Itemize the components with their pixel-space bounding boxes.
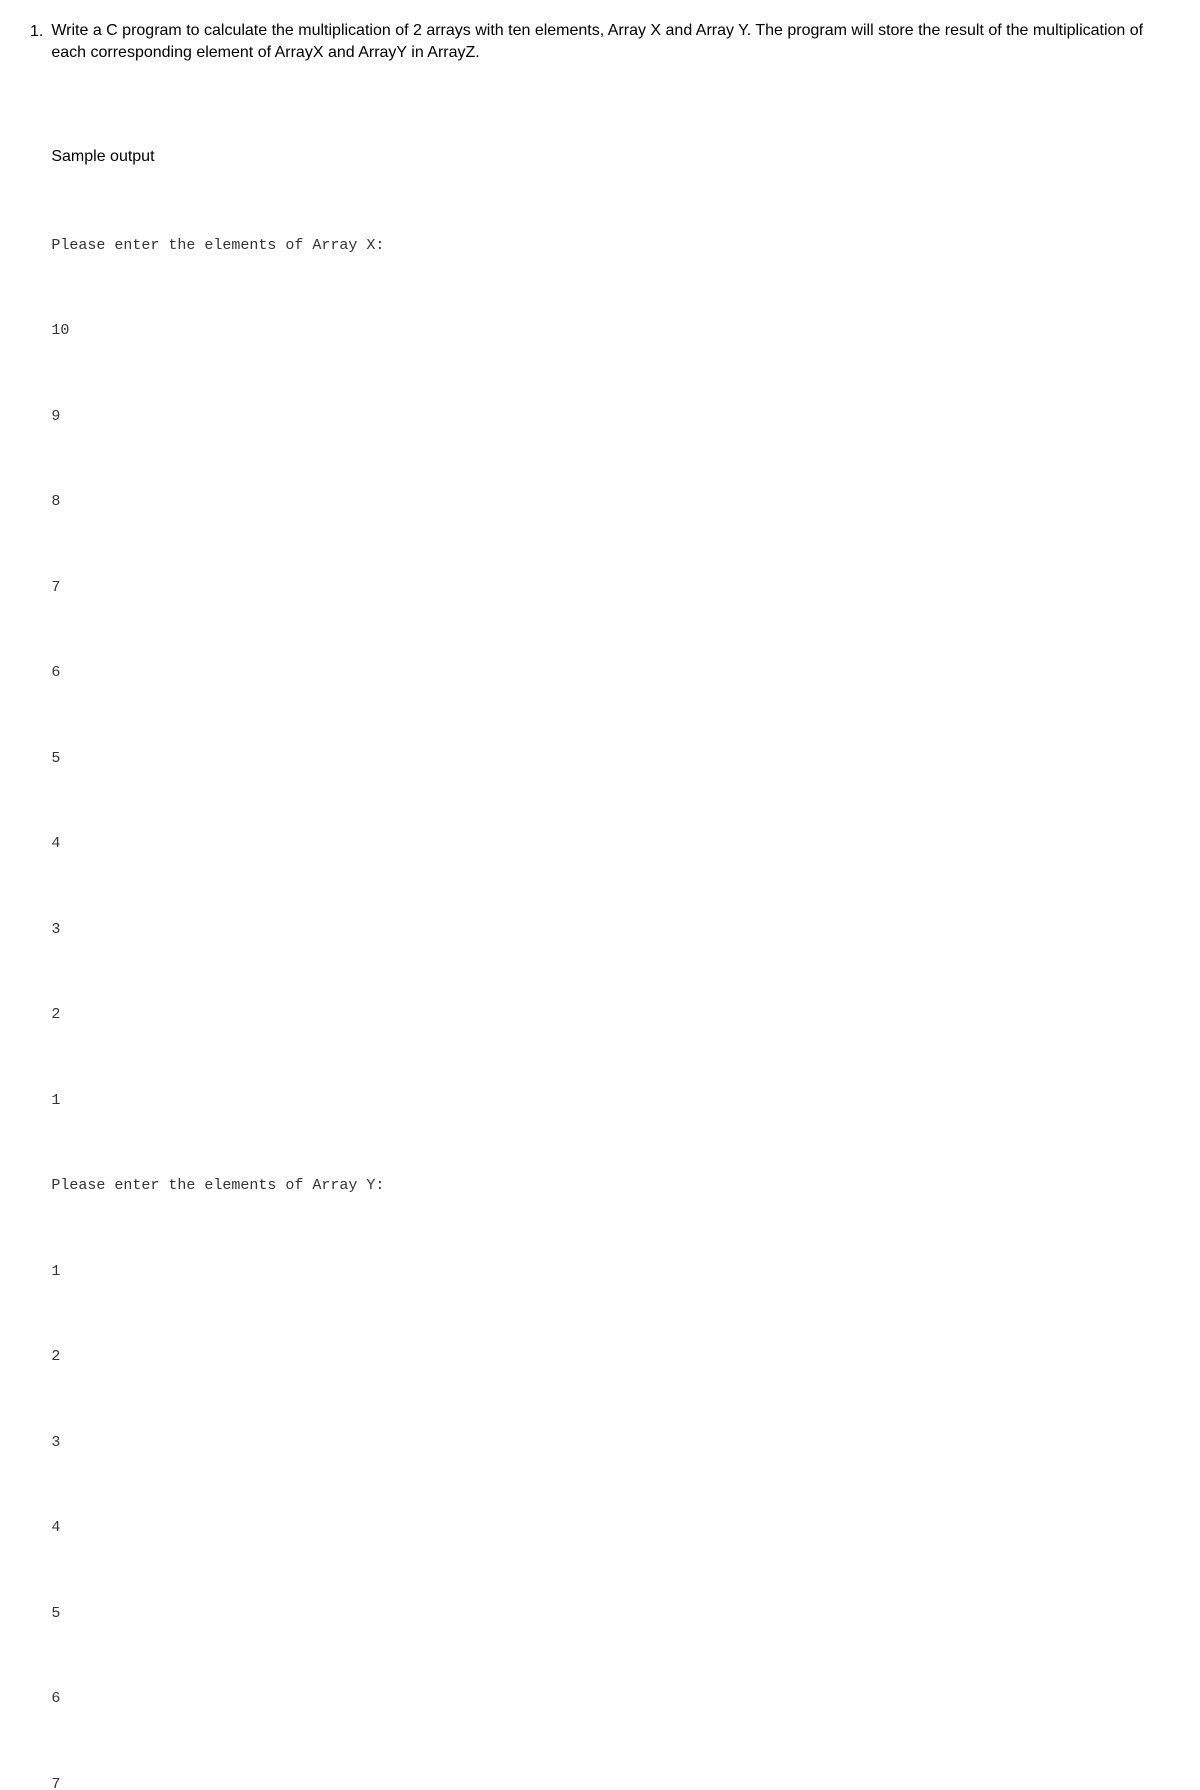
code-line: 7 bbox=[51, 1771, 1170, 1790]
question-number: 1. bbox=[30, 20, 43, 44]
sample-heading: Sample output bbox=[51, 145, 1170, 169]
question-text: Write a C program to calculate the multi… bbox=[51, 20, 1170, 65]
code-line: 1 bbox=[51, 1258, 1170, 1287]
code-line: 7 bbox=[51, 574, 1170, 603]
code-line: 3 bbox=[51, 916, 1170, 945]
sample-section: Sample output Please enter the elements … bbox=[51, 145, 1170, 1790]
code-line: 5 bbox=[51, 745, 1170, 774]
code-line: 5 bbox=[51, 1600, 1170, 1629]
code-line: 1 bbox=[51, 1087, 1170, 1116]
code-line: 4 bbox=[51, 1514, 1170, 1543]
code-line: 2 bbox=[51, 1343, 1170, 1372]
code-output: Please enter the elements of Array X: 10… bbox=[51, 175, 1170, 1790]
code-line: 8 bbox=[51, 488, 1170, 517]
code-line: 9 bbox=[51, 403, 1170, 432]
code-line: 2 bbox=[51, 1001, 1170, 1030]
code-line: 6 bbox=[51, 1685, 1170, 1714]
code-line: Please enter the elements of Array Y: bbox=[51, 1172, 1170, 1201]
code-line: 6 bbox=[51, 659, 1170, 688]
code-line: 10 bbox=[51, 317, 1170, 346]
question-container: 1. Write a C program to calculate the mu… bbox=[30, 20, 1170, 1790]
code-line: Please enter the elements of Array X: bbox=[51, 232, 1170, 261]
code-line: 4 bbox=[51, 830, 1170, 859]
code-line: 3 bbox=[51, 1429, 1170, 1458]
question-content: Write a C program to calculate the multi… bbox=[51, 20, 1170, 1790]
